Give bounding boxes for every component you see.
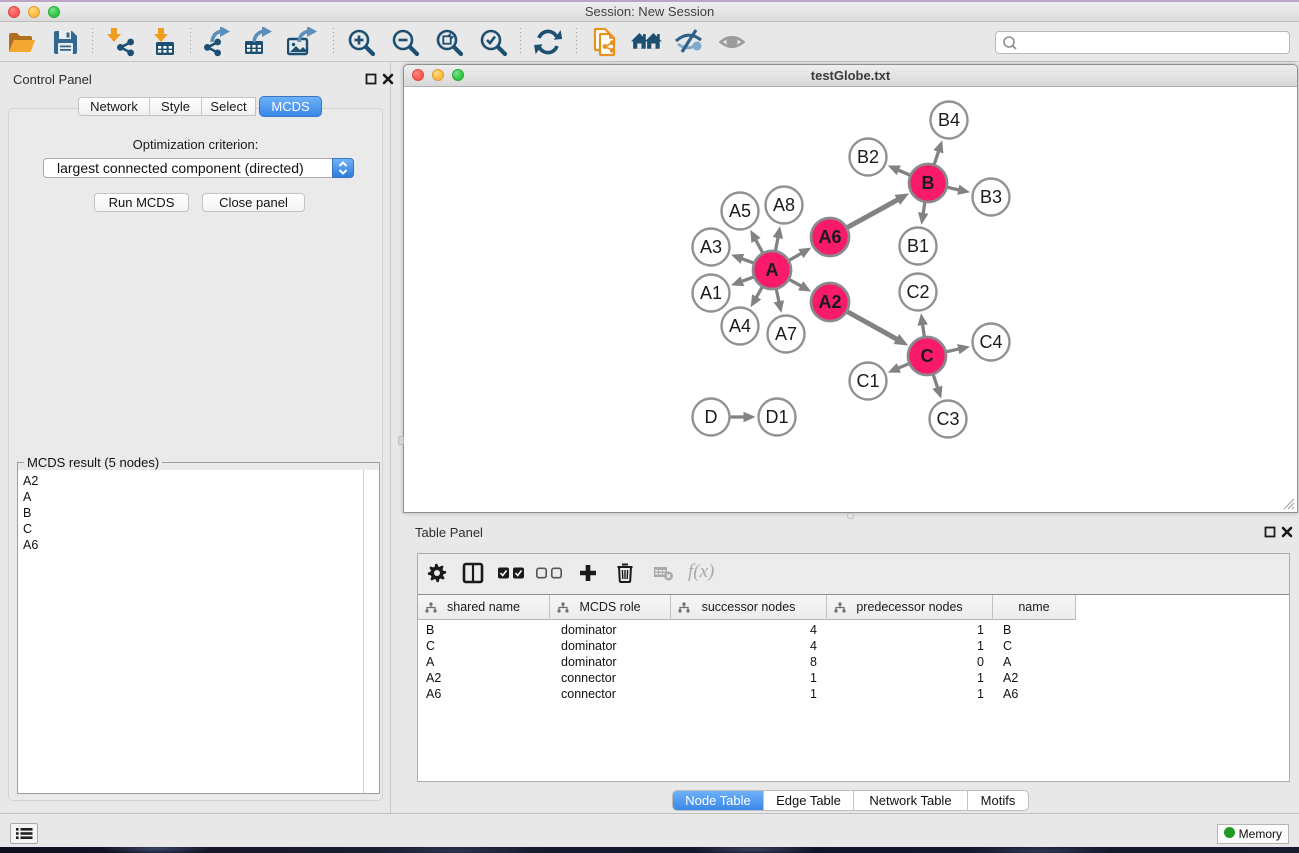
- svg-text:D: D: [705, 407, 718, 427]
- svg-text:C3: C3: [936, 409, 959, 429]
- svg-text:A7: A7: [775, 324, 797, 344]
- svg-text:C: C: [921, 346, 934, 366]
- svg-text:B: B: [922, 173, 935, 193]
- svg-text:A8: A8: [773, 195, 795, 215]
- svg-text:A3: A3: [700, 237, 722, 257]
- svg-text:D1: D1: [765, 407, 788, 427]
- svg-text:A5: A5: [729, 201, 751, 221]
- svg-text:B4: B4: [938, 110, 960, 130]
- svg-text:A: A: [766, 260, 779, 280]
- svg-text:A6: A6: [818, 227, 841, 247]
- svg-text:C1: C1: [856, 371, 879, 391]
- svg-text:A1: A1: [700, 283, 722, 303]
- svg-text:A2: A2: [818, 292, 841, 312]
- svg-text:C2: C2: [906, 282, 929, 302]
- svg-text:C4: C4: [979, 332, 1002, 352]
- svg-text:B1: B1: [907, 236, 929, 256]
- svg-text:A4: A4: [729, 316, 751, 336]
- svg-text:B3: B3: [980, 187, 1002, 207]
- svg-text:B2: B2: [857, 147, 879, 167]
